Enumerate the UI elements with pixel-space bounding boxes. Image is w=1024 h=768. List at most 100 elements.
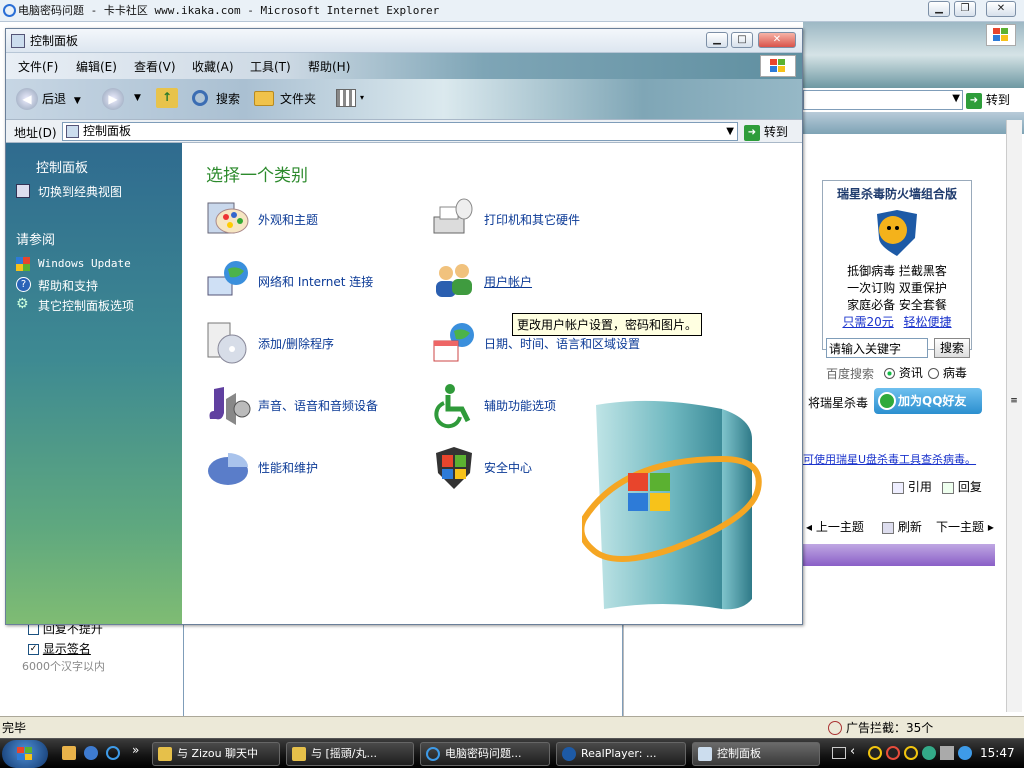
go-button[interactable]: ➜ 转到	[744, 122, 788, 142]
cp-toolbar: ◀ 后退 ▼ ▶ ▼ ↑ 搜索 文件夹 ▾	[6, 79, 802, 119]
chevron-down-icon[interactable]: ▼	[726, 123, 734, 140]
qq-tray-icon[interactable]	[868, 746, 882, 760]
char-limit-note: 6000个汉字以内	[22, 660, 105, 673]
category-user-accounts[interactable]: 用户帐户	[430, 257, 532, 305]
chevron-down-icon[interactable]: ▼	[74, 96, 81, 106]
cp-menu-bar: 文件(F) 编辑(E) 查看(V) 收藏(A) 工具(T) 帮助(H)	[6, 53, 802, 79]
back-button[interactable]: ◀ 后退 ▼	[14, 87, 81, 111]
search-icon	[192, 90, 208, 106]
control-panel-icon	[11, 34, 25, 48]
scroll-thumb[interactable]: ≡	[1007, 396, 1021, 406]
ad-price-link[interactable]: 只需20元	[842, 315, 893, 329]
menu-edit[interactable]: 编辑(E)	[76, 58, 117, 75]
category-accessibility[interactable]: 辅助功能选项	[430, 381, 556, 429]
forward-arrow-icon[interactable]: ▶	[102, 88, 124, 110]
category-label: 性能和维护	[258, 460, 319, 475]
refresh-link[interactable]: 刷新	[882, 518, 922, 535]
category-sound[interactable]: 声音、语音和音频设备	[204, 381, 378, 429]
windows-logo-icon	[760, 55, 796, 77]
menu-file[interactable]: 文件(F)	[18, 58, 58, 75]
start-button[interactable]	[2, 740, 48, 768]
control-panel-icon	[698, 747, 712, 761]
cp-close-button[interactable]: ✕	[758, 32, 796, 48]
quicklaunch-ie-icon[interactable]	[106, 746, 120, 760]
reply-icon	[942, 481, 954, 494]
bg-address-input[interactable]: ▼	[803, 90, 963, 110]
category-performance[interactable]: 性能和维护	[204, 443, 318, 491]
qq-tray-icon-2[interactable]	[886, 746, 900, 760]
task-qq-chat-zizou[interactable]: 与 Zizou 聊天中	[152, 742, 280, 766]
menu-view[interactable]: 查看(V)	[134, 58, 176, 75]
category-label: 日期、时间、语言和区域设置	[484, 336, 641, 351]
task-qq-chat-2[interactable]: 与 [摇頭/丸...	[286, 742, 414, 766]
ad-block-count: 广告拦截：35个	[846, 721, 934, 735]
bg-close-button[interactable]: ✕	[986, 1, 1016, 17]
cp-task-pane: 控制面板 切换到经典视图 请参阅 Windows Update ? 帮助和支持 …	[6, 143, 182, 624]
reply-link[interactable]: 回复	[942, 478, 982, 495]
task-realplayer[interactable]: RealPlayer: ...	[556, 742, 686, 766]
folders-button[interactable]: 文件夹	[254, 87, 316, 111]
security-tray-icon[interactable]	[958, 746, 972, 760]
qq-tray-icon-3[interactable]	[904, 746, 918, 760]
help-support-link[interactable]: ? 帮助和支持	[16, 277, 98, 294]
bg-minimize-button[interactable]: ▁	[928, 1, 950, 17]
ad-easy-link[interactable]: 轻松便捷	[904, 315, 952, 329]
radio-news[interactable]: 资讯	[884, 364, 923, 381]
cp-minimize-button[interactable]: ▁	[706, 32, 728, 48]
menu-tools[interactable]: 工具(T)	[250, 58, 291, 75]
refresh-icon	[882, 521, 894, 534]
volume-tray-icon[interactable]	[940, 746, 954, 760]
radio-virus[interactable]: 病毒	[928, 364, 967, 381]
chevron-down-icon[interactable]: ▼	[134, 93, 141, 103]
category-label: 安全中心	[484, 460, 533, 475]
ad-line-1: 抵御病毒 拦截黑客	[847, 264, 947, 278]
category-security-center[interactable]: 安全中心	[430, 443, 532, 491]
chevron-down-icon[interactable]: ▾	[360, 93, 364, 102]
bg-restore-button[interactable]: ❐	[954, 1, 976, 17]
rising-usb-link[interactable]: 可使用瑞星U盘杀毒工具查杀病毒。	[803, 451, 976, 467]
quicklaunch-expand-icon[interactable]: »	[132, 743, 139, 757]
cp-maximize-button[interactable]: □	[731, 32, 753, 48]
task-pane-title: 控制面板	[36, 161, 89, 176]
ie-icon	[426, 747, 440, 761]
menu-favorites[interactable]: 收藏(A)	[192, 58, 234, 75]
bg-go-button[interactable]: ➜ 转到	[966, 90, 1022, 110]
view-mode-icon[interactable]	[336, 89, 356, 107]
chevron-down-icon[interactable]: ▼	[952, 93, 960, 104]
folder-up-icon[interactable]: ↑	[156, 88, 178, 108]
network-tray-icon[interactable]	[922, 746, 936, 760]
status-text: 完毕	[2, 721, 27, 735]
category-printers[interactable]: 打印机和其它硬件	[430, 195, 580, 243]
category-appearance[interactable]: 外观和主题	[204, 195, 318, 243]
category-label: 辅助功能选项	[484, 398, 557, 413]
tray-expand-icon[interactable]: ‹	[850, 744, 855, 759]
category-network[interactable]: 网络和 Internet 连接	[204, 257, 373, 305]
switch-view-icon	[16, 184, 30, 198]
page-scrollbar[interactable]	[1006, 120, 1022, 712]
quote-link[interactable]: 引用	[892, 478, 932, 495]
realplayer-icon	[562, 747, 576, 761]
menu-help[interactable]: 帮助(H)	[308, 58, 350, 75]
address-input[interactable]: 控制面板 ▼	[62, 122, 738, 141]
add-qq-friend-button[interactable]: 加为QQ好友	[874, 388, 982, 414]
go-arrow-icon: ➜	[966, 92, 982, 109]
lion-shield-icon	[873, 208, 921, 258]
prev-topic-link[interactable]: ◂ 上一主题	[806, 518, 864, 535]
quicklaunch-media-icon[interactable]	[84, 746, 98, 760]
task-control-panel[interactable]: 控制面板	[692, 742, 820, 766]
search-button[interactable]: 搜索	[192, 87, 240, 111]
windows-update-link[interactable]: Windows Update	[16, 257, 131, 271]
task-ie-window[interactable]: 电脑密码问题...	[420, 742, 550, 766]
show-signature-checkbox[interactable]: ✓ 显示签名	[28, 640, 91, 657]
background-window-title-bar: 电脑密码问题 - 卡卡社区 www.ikaka.com - Microsoft …	[0, 0, 1024, 22]
keyboard-icon[interactable]	[832, 747, 846, 759]
see-also-heading: 请参阅	[16, 233, 56, 248]
quicklaunch-user-icon[interactable]	[62, 746, 76, 760]
reply-textarea[interactable]: ▼	[183, 620, 623, 730]
switch-classic-view-link[interactable]: 切换到经典视图	[16, 183, 122, 200]
category-add-remove[interactable]: 添加/删除程序	[204, 319, 334, 367]
next-topic-link[interactable]: 下一主题 ▸	[936, 518, 994, 535]
other-options-link[interactable]: ⚙ 其它控制面板选项	[16, 297, 134, 314]
ad-search-input[interactable]	[826, 338, 928, 358]
ad-search-button[interactable]: 搜索	[934, 338, 970, 358]
